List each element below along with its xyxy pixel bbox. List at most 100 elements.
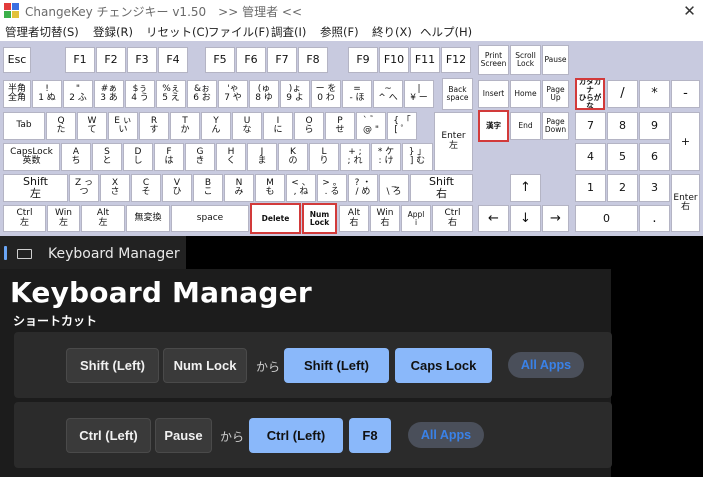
key-4[interactable]: $ぅ 4 う [125, 80, 155, 108]
key-f5[interactable]: F5 [205, 47, 235, 73]
key-9[interactable]: )ょ 9 よ [280, 80, 310, 108]
key-slash[interactable]: ? ・ / め [348, 174, 378, 202]
key-end[interactable]: End [510, 112, 541, 140]
key-x[interactable]: X さ [100, 174, 130, 202]
key-win-right[interactable]: Win 右 [370, 205, 400, 232]
key-arrow-down[interactable]: ↓ [510, 205, 541, 232]
menu-item-admin-switch[interactable]: 管理者切替(S) [5, 24, 79, 40]
key-g[interactable]: G き [185, 143, 215, 171]
key-i[interactable]: I に [263, 112, 293, 140]
key-backspace[interactable]: Back space [442, 78, 473, 110]
key-w[interactable]: W て [77, 112, 107, 140]
menu-item-file[interactable]: ファイル(F) [208, 24, 270, 40]
key-n[interactable]: N み [224, 174, 254, 202]
key-page-up[interactable]: Page Up [542, 80, 569, 108]
key-numpad-0[interactable]: 0 [575, 205, 638, 232]
menu-item-investigate[interactable]: 調査(I) [271, 24, 306, 40]
key-caret[interactable]: ~ ^ へ [373, 80, 403, 108]
key-l[interactable]: L り [309, 143, 339, 171]
key-numpad-plus[interactable]: + [671, 112, 700, 171]
key-alt-right[interactable]: Alt 右 [339, 205, 369, 232]
key-f11[interactable]: F11 [410, 47, 440, 73]
menu-item-reset[interactable]: リセット(C) [146, 24, 209, 40]
key-numpad-9[interactable]: 9 [639, 112, 670, 140]
key-kanji[interactable]: 漢字 [478, 110, 509, 142]
key-3[interactable]: #ぁ 3 あ [94, 80, 124, 108]
key-u[interactable]: U な [232, 112, 262, 140]
key-win-left[interactable]: Win 左 [47, 205, 80, 232]
menu-item-reference[interactable]: 参照(F) [320, 24, 359, 40]
key-numpad-8[interactable]: 8 [607, 112, 638, 140]
menu-item-exit[interactable]: 終り(X) [372, 24, 412, 40]
key-minus[interactable]: = - ほ [342, 80, 372, 108]
key-at[interactable]: ` ゛ @ " [356, 112, 386, 140]
key-semicolon[interactable]: + ; ; れ [340, 143, 370, 171]
key-f3[interactable]: F3 [127, 47, 157, 73]
key-f4[interactable]: F4 [158, 47, 188, 73]
key-kana-hiragana[interactable]: カタカナ ひらがな [575, 78, 605, 110]
key-insert[interactable]: Insert [478, 80, 509, 108]
key-f[interactable]: F は [154, 143, 184, 171]
key-delete[interactable]: Delete [250, 203, 301, 234]
key-v[interactable]: V ひ [162, 174, 192, 202]
close-button[interactable]: ✕ [676, 0, 703, 22]
key-print-screen[interactable]: Print Screen [478, 45, 509, 75]
key-y[interactable]: Y ん [201, 112, 231, 140]
key-q[interactable]: Q た [46, 112, 76, 140]
key-b[interactable]: B こ [193, 174, 223, 202]
key-numpad-1[interactable]: 1 [575, 174, 606, 202]
key-num-lock[interactable]: Num Lock [302, 203, 337, 234]
key-arrow-right[interactable]: → [542, 205, 569, 232]
key-numpad-2[interactable]: 2 [607, 174, 638, 202]
key-numpad-7[interactable]: 7 [575, 112, 606, 140]
key-yen[interactable]: | ¥ ー [404, 80, 434, 108]
key-numpad-4[interactable]: 4 [575, 143, 606, 171]
key-p[interactable]: P せ [325, 112, 355, 140]
key-ctrl-right[interactable]: Ctrl 右 [432, 205, 473, 232]
key-f6[interactable]: F6 [236, 47, 266, 73]
key-f2[interactable]: F2 [96, 47, 126, 73]
key-6[interactable]: &ぉ 6 お [187, 80, 217, 108]
key-arrow-up[interactable]: ↑ [510, 174, 541, 202]
key-ctrl-left[interactable]: Ctrl 左 [3, 205, 46, 232]
key-numpad-divide[interactable]: / [607, 80, 638, 108]
key-r[interactable]: R す [139, 112, 169, 140]
key-f1[interactable]: F1 [65, 47, 95, 73]
key-shift-right[interactable]: Shift 右 [410, 174, 473, 202]
key-s[interactable]: S と [92, 143, 122, 171]
key-apps[interactable]: Appl i [401, 205, 431, 232]
key-f9[interactable]: F9 [348, 47, 378, 73]
key-hankaku[interactable]: 半角 全角 [3, 80, 31, 108]
key-muhenkan[interactable]: 無変換 [126, 205, 170, 232]
key-capslock[interactable]: CapsLock 英数 [3, 143, 60, 171]
key-z[interactable]: Z っ つ [69, 174, 99, 202]
key-tab[interactable]: Tab [3, 112, 45, 140]
key-c[interactable]: C そ [131, 174, 161, 202]
key-o[interactable]: O ら [294, 112, 324, 140]
key-f12[interactable]: F12 [441, 47, 471, 73]
key-0[interactable]: ー を 0 わ [311, 80, 341, 108]
key-alt-left[interactable]: Alt 左 [81, 205, 125, 232]
key-space[interactable]: space [171, 205, 249, 232]
key-numpad-minus[interactable]: - [671, 80, 700, 108]
key-numpad-6[interactable]: 6 [639, 143, 670, 171]
key-numpad-3[interactable]: 3 [639, 174, 670, 202]
key-open-bracket[interactable]: { 「 [ ゜ [387, 112, 417, 140]
key-numpad-enter[interactable]: Enter 右 [671, 174, 700, 232]
key-t[interactable]: T か [170, 112, 200, 140]
key-1[interactable]: ! 1 ぬ [32, 80, 62, 108]
key-shift-left[interactable]: Shift 左 [3, 174, 68, 202]
key-a[interactable]: A ち [61, 143, 91, 171]
key-esc[interactable]: Esc [3, 47, 31, 73]
key-m[interactable]: M も [255, 174, 285, 202]
key-d[interactable]: D し [123, 143, 153, 171]
key-8[interactable]: (ゅ 8 ゆ [249, 80, 279, 108]
key-comma[interactable]: < 、 , ね [286, 174, 316, 202]
key-arrow-left[interactable]: ← [478, 205, 509, 232]
key-scroll-lock[interactable]: Scroll Lock [510, 45, 541, 75]
key-h[interactable]: H く [216, 143, 246, 171]
key-home[interactable]: Home [510, 80, 541, 108]
key-k[interactable]: K の [278, 143, 308, 171]
key-e[interactable]: E ぃ い [108, 112, 138, 140]
key-close-bracket[interactable]: } 」 ] む [402, 143, 433, 171]
